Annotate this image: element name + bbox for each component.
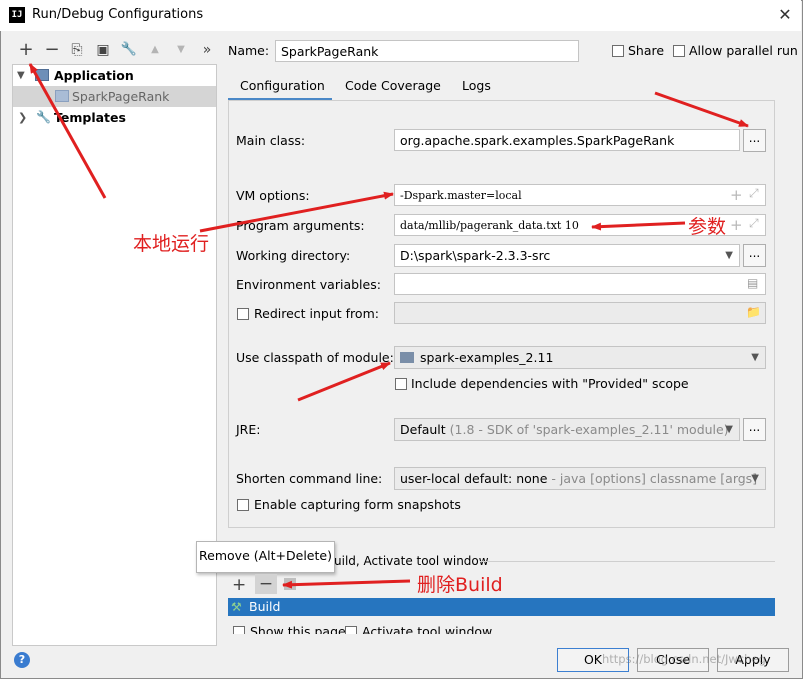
application-config-icon (55, 90, 69, 102)
working-directory-label: Working directory: (236, 248, 351, 263)
redirect-input-label: Redirect input from: (254, 306, 379, 321)
show-page-checkbox[interactable] (233, 626, 245, 634)
section-divider (480, 561, 775, 562)
tree-item-templates[interactable]: ❯ 🔧 Templates (13, 107, 216, 128)
environment-variables-label: Environment variables: (236, 277, 381, 292)
jre-hint: (1.8 - SDK of 'spark-examples_2.11' modu… (449, 422, 729, 437)
enable-snapshots-label: Enable capturing form snapshots (254, 497, 461, 512)
jre-combo[interactable]: Default (1.8 - SDK of 'spark-examples_2.… (394, 418, 740, 441)
chevron-right-icon[interactable]: ❯ (18, 107, 27, 128)
main-class-label: Main class: (236, 133, 306, 148)
redirect-input-checkbox[interactable] (237, 308, 249, 320)
expand-icon[interactable]: ⤢ (749, 186, 759, 201)
vm-options-input[interactable]: -Dspark.master=local (394, 184, 766, 206)
add-icon[interactable]: + (730, 186, 743, 204)
build-task-label: Build (249, 599, 281, 614)
name-label: Name: (228, 43, 270, 58)
vm-options-label: VM options: (236, 188, 310, 203)
browse-jre-button[interactable]: ... (743, 418, 766, 441)
working-directory-value: D:\spark\spark-2.3.3-src (400, 248, 551, 263)
add-icon[interactable]: + (730, 216, 743, 234)
environment-variables-input[interactable] (394, 273, 766, 295)
name-input[interactable]: SparkPageRank (275, 40, 579, 62)
document-icon[interactable]: ▤ (747, 276, 758, 290)
window-title: Run/Debug Configurations (32, 7, 204, 22)
edit-icon[interactable] (284, 578, 296, 590)
jre-value: Default (400, 422, 446, 437)
wrench-icon[interactable]: 🔧 (119, 40, 139, 60)
main-class-input[interactable]: org.apache.spark.examples.SparkPageRank (394, 129, 740, 151)
enable-snapshots-checkbox[interactable] (237, 499, 249, 511)
before-launch-title: uild, Activate tool window (334, 554, 489, 568)
expand-icon[interactable]: ⤢ (749, 216, 759, 231)
annotation-params: 参数 (688, 216, 727, 238)
remove-tooltip: Remove (Alt+Delete) (196, 541, 335, 573)
build-task-row[interactable]: ⚒ Build (228, 598, 775, 616)
copy-icon[interactable]: ⎘ (67, 40, 87, 60)
chevron-down-icon: ▼ (751, 352, 759, 363)
classpath-module-value: spark-examples_2.11 (420, 350, 554, 365)
share-label: Share (628, 43, 665, 58)
chevron-down-icon: ▼ (725, 250, 733, 261)
browse-main-class-button[interactable]: ... (743, 129, 766, 152)
remove-icon[interactable]: − (255, 574, 277, 594)
working-directory-combo[interactable]: D:\spark\spark-2.3.3-src ▼ (394, 244, 740, 267)
classpath-label: Use classpath of module: (236, 350, 394, 365)
annotation-delete-build: 删除Build (417, 574, 503, 596)
module-icon (400, 352, 414, 363)
help-icon[interactable]: ? (14, 652, 30, 668)
configuration-tree: ▼ Application SparkPageRank ❯ 🔧 Template… (12, 64, 217, 646)
browse-working-directory-button[interactable]: ... (743, 244, 766, 267)
show-page-label: Show this page (250, 624, 346, 634)
shorten-command-line-hint: - java [options] classname [args] (551, 471, 758, 486)
parallel-run-label: Allow parallel run (689, 43, 798, 58)
annotation-local-run: 本地运行 (133, 233, 210, 255)
application-icon (35, 69, 49, 81)
activate-tool-window-checkbox[interactable] (345, 626, 357, 634)
add-icon[interactable]: + (232, 575, 246, 595)
share-checkbox[interactable] (612, 45, 624, 57)
include-dependencies-checkbox[interactable] (395, 378, 407, 390)
chevron-down-icon[interactable]: ▼ (17, 65, 25, 86)
before-launch-options: Show this page Activate tool window (228, 622, 775, 634)
chevron-down-icon: ▼ (725, 424, 733, 435)
shorten-command-line-combo[interactable]: user-local default: none - java [options… (394, 467, 766, 490)
chevron-down-icon: ▼ (751, 473, 759, 484)
hammer-icon: ⚒ (231, 600, 242, 614)
watermark-text: https://blog.csdn.net/Jwcheg (602, 652, 766, 666)
redirect-input-field (394, 302, 766, 324)
tree-item-label: Templates (54, 110, 126, 125)
tree-item-label: Application (54, 68, 134, 83)
add-icon[interactable]: + (16, 40, 36, 60)
tab-code-coverage[interactable]: Code Coverage (345, 76, 441, 98)
remove-icon[interactable]: − (42, 40, 62, 60)
shorten-command-line-value: user-local default: none (400, 471, 548, 486)
tree-item-label: SparkPageRank (72, 89, 170, 104)
save-icon[interactable]: ▣ (93, 40, 113, 60)
activate-tool-window-label: Activate tool window (362, 624, 493, 634)
program-arguments-label: Program arguments: (236, 218, 365, 233)
tree-item-sparkpagerank[interactable]: SparkPageRank (13, 86, 216, 107)
folder-icon: 📁 (746, 305, 761, 319)
shorten-command-line-label: Shorten command line: (236, 471, 383, 486)
tab-configuration[interactable]: Configuration (240, 76, 325, 98)
tab-logs[interactable]: Logs (462, 76, 491, 98)
more-icon[interactable]: » (197, 40, 217, 60)
intellij-logo-icon: IJ (9, 7, 25, 23)
jre-label: JRE: (236, 422, 261, 437)
move-down-icon[interactable]: ▼ (171, 40, 191, 60)
classpath-module-combo[interactable]: spark-examples_2.11 ▼ (394, 346, 766, 369)
wrench-icon: 🔧 (36, 110, 51, 124)
move-up-icon[interactable]: ▲ (145, 40, 165, 60)
include-dependencies-label: Include dependencies with "Provided" sco… (411, 376, 689, 391)
tree-item-application[interactable]: ▼ Application (13, 65, 216, 86)
close-icon[interactable]: ✕ (772, 3, 798, 27)
parallel-run-checkbox[interactable] (673, 45, 685, 57)
